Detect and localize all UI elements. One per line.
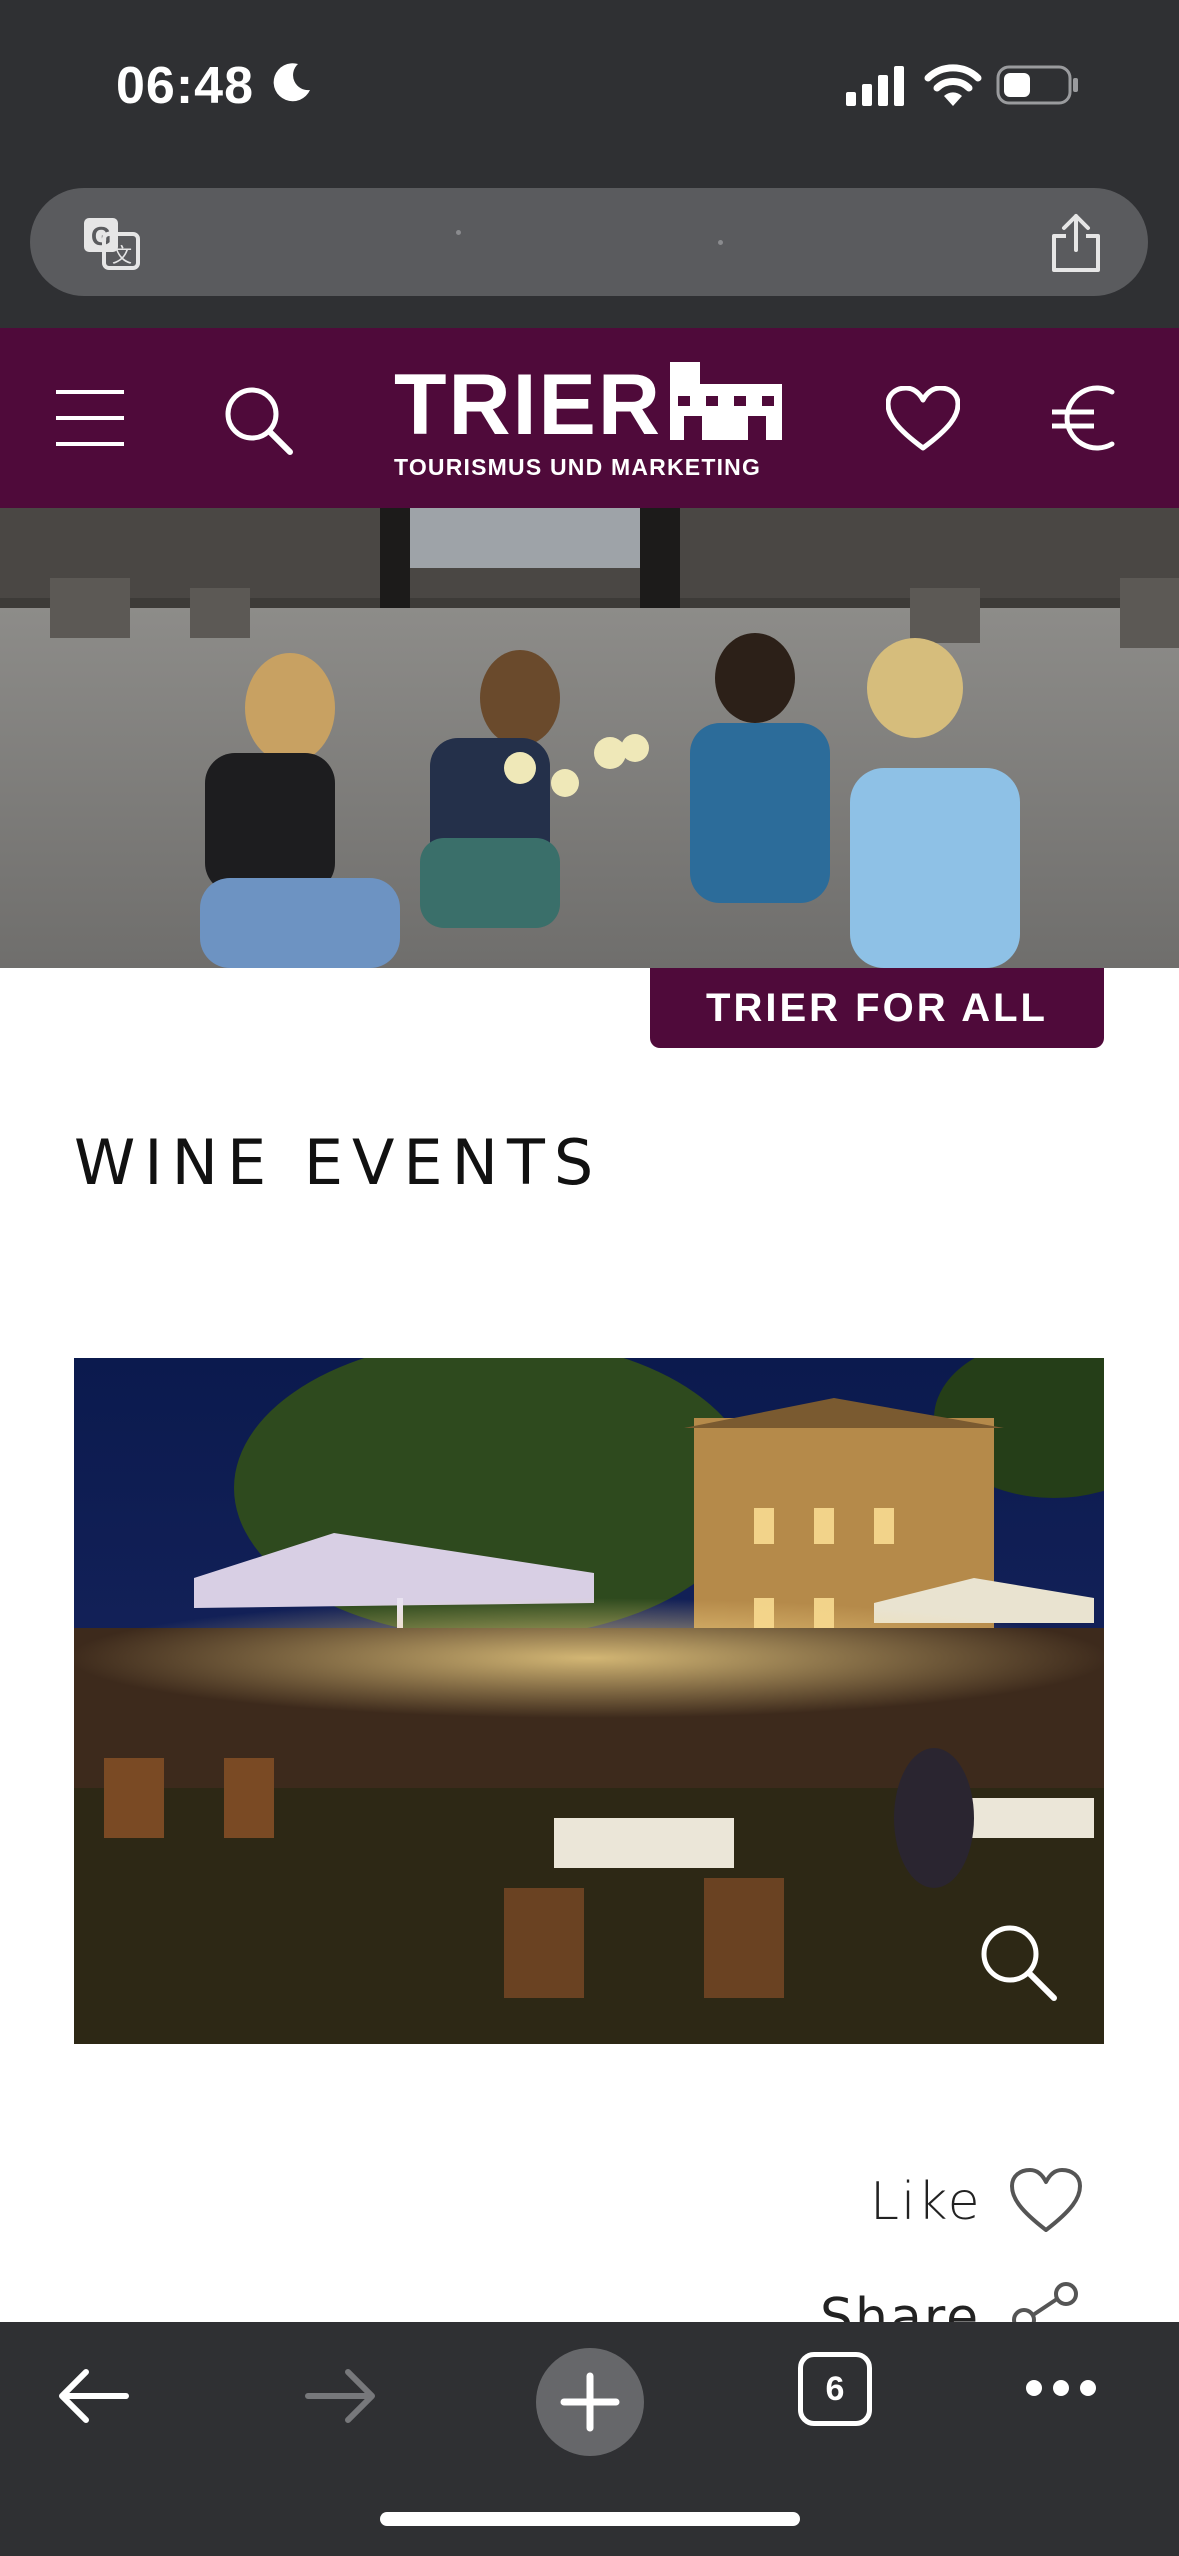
site-header: TRIER TOURISMUS UND MARKETING: [0, 328, 1179, 508]
menu-icon[interactable]: [52, 386, 128, 450]
address-bar[interactable]: G 文: [30, 188, 1148, 296]
new-tab-button[interactable]: [536, 2348, 644, 2456]
signal-icon: [846, 66, 904, 106]
tabs-button[interactable]: 6: [798, 2352, 872, 2426]
plus-icon: [560, 2372, 620, 2432]
home-indicator[interactable]: [380, 2512, 800, 2526]
event-photo: [74, 1358, 1104, 2044]
site-logo[interactable]: TRIER TOURISMUS UND MARKETING: [394, 354, 784, 484]
hero-image: [0, 508, 1179, 968]
forward-icon[interactable]: [302, 2364, 378, 2428]
status-time: 06:48: [116, 57, 254, 115]
more-icon[interactable]: [1024, 2376, 1098, 2400]
zoom-icon[interactable]: [974, 1918, 1060, 2004]
hero-photo: [0, 508, 1179, 968]
page-title: WINE EVENTS: [74, 1126, 603, 1199]
wifi-icon: [924, 64, 982, 106]
heart-outline-icon: [1010, 2168, 1082, 2232]
browser-top-chrome: 06:48 G 文: [0, 0, 1179, 328]
search-icon[interactable]: [222, 384, 294, 456]
share-button[interactable]: Share: [820, 2270, 1090, 2330]
euro-icon[interactable]: [1050, 380, 1120, 456]
back-icon[interactable]: [56, 2364, 132, 2428]
porta-nigra-icon: [670, 362, 782, 440]
moon-icon: [273, 63, 310, 102]
translate-icon[interactable]: G 文: [82, 216, 142, 272]
logo-wordmark: TRIER: [394, 357, 662, 453]
event-image[interactable]: [74, 1358, 1104, 2044]
like-button[interactable]: Like: [860, 2160, 1090, 2244]
like-label: Like: [870, 2172, 982, 2232]
heart-icon[interactable]: [886, 386, 960, 452]
share-icon[interactable]: [1048, 212, 1104, 274]
svg-text:文: 文: [112, 243, 132, 267]
trier-for-all-badge[interactable]: TRIER FOR ALL: [650, 968, 1104, 1048]
battery-icon: [996, 65, 1078, 105]
logo-subtitle: TOURISMUS UND MARKETING: [394, 454, 762, 480]
